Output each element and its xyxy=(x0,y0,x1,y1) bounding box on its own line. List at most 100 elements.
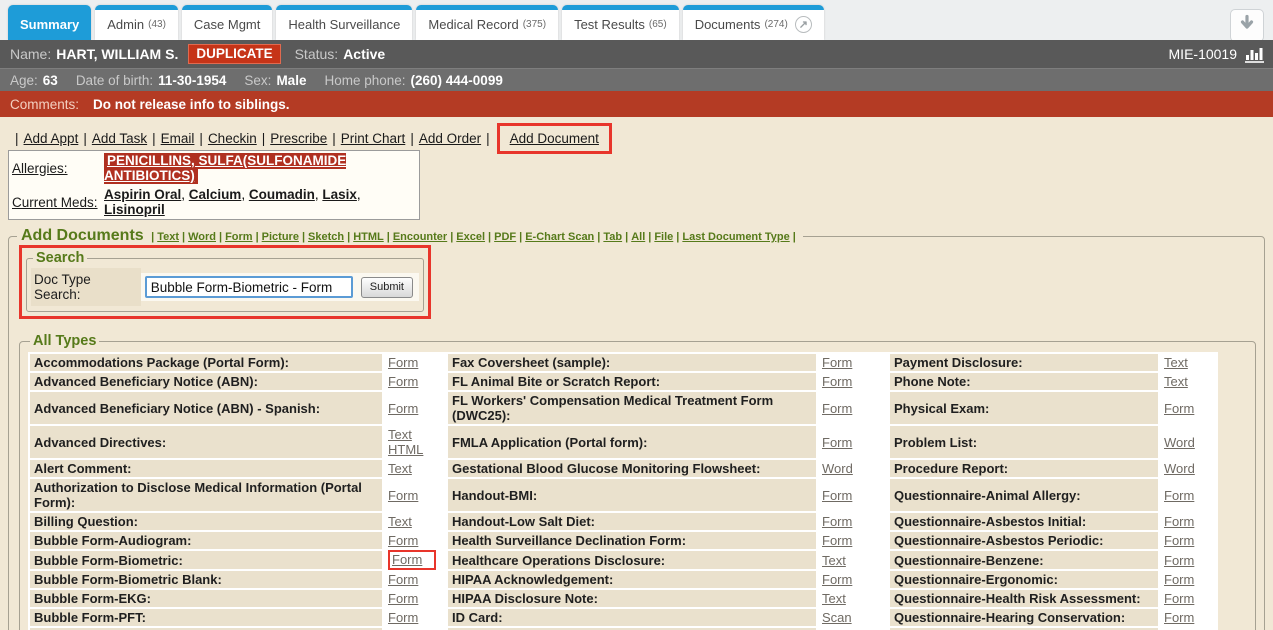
submit-button[interactable]: Submit xyxy=(361,277,413,298)
tab-admin[interactable]: Admin(43) xyxy=(95,5,178,40)
action-link-add-appt[interactable]: Add Appt xyxy=(24,131,79,146)
doc-link-questionnaire-animal-allergy-form[interactable]: Form xyxy=(1164,488,1194,503)
doc-link-id-card-scan[interactable]: Scan xyxy=(822,610,852,625)
format-separator: | xyxy=(597,231,600,243)
format-link-html[interactable]: HTML xyxy=(353,231,384,243)
current-meds-link[interactable]: Current Meds: xyxy=(12,195,98,210)
allergies-label: Allergies: xyxy=(12,161,104,176)
format-link-encounter[interactable]: Encounter xyxy=(393,231,447,243)
doc-link-bubble-form-pft-form[interactable]: Form xyxy=(388,610,418,625)
tab-medical-record[interactable]: Medical Record(375) xyxy=(416,5,558,40)
status-label: Status: xyxy=(295,46,339,62)
doc-link-bubble-form-audiogram-form[interactable]: Form xyxy=(388,533,418,548)
doc-link-questionnaire-health-risk-assessment-form[interactable]: Form xyxy=(1164,591,1194,606)
format-separator: | xyxy=(151,231,154,243)
action-link-prescribe[interactable]: Prescribe xyxy=(270,131,327,146)
doc-link-fl-animal-bite-or-scratch-report-form[interactable]: Form xyxy=(822,374,852,389)
doc-link-procedure-report-word[interactable]: Word xyxy=(1164,461,1195,476)
doc-link-alert-comment-text[interactable]: Text xyxy=(388,461,412,476)
action-link-add-order[interactable]: Add Order xyxy=(419,131,481,146)
doc-link-questionnaire-asbestos-periodic-form[interactable]: Form xyxy=(1164,533,1194,548)
doc-link-advanced-directives-text[interactable]: Text xyxy=(388,427,412,442)
popout-icon[interactable]: ↗ xyxy=(795,16,812,33)
med-link-calcium[interactable]: Calcium xyxy=(189,187,242,202)
tab-health-surveillance[interactable]: Health Surveillance xyxy=(276,5,412,40)
doc-link-questionnaire-hearing-conservation-form[interactable]: Form xyxy=(1164,610,1194,625)
doc-type-links: Form xyxy=(384,609,446,626)
doc-link-hipaa-disclosure-note-text[interactable]: Text xyxy=(822,591,846,606)
doc-link-advanced-beneficiary-notice-abn-form[interactable]: Form xyxy=(388,374,418,389)
doc-link-bubble-form-ekg-form[interactable]: Form xyxy=(388,591,418,606)
doc-link-authorization-to-disclose-medical-information-portal-form-form[interactable]: Form xyxy=(388,488,418,503)
action-link-add-task[interactable]: Add Task xyxy=(92,131,147,146)
add-documents-section: Add Documents |Text|Word|Form|Picture|Sk… xyxy=(8,227,1265,630)
med-link-lasix[interactable]: Lasix xyxy=(322,187,357,202)
doc-type-name: Handout-BMI: xyxy=(448,479,816,511)
table-row: Billing Question:TextHandout-Low Salt Di… xyxy=(30,513,1216,530)
format-link-sketch[interactable]: Sketch xyxy=(308,231,344,243)
action-link-checkin[interactable]: Checkin xyxy=(208,131,257,146)
doc-link-fax-coversheet-sample-form[interactable]: Form xyxy=(822,355,852,370)
format-link-tab[interactable]: Tab xyxy=(603,231,622,243)
allergies-link[interactable]: Allergies: xyxy=(12,161,68,176)
tab-summary[interactable]: Summary xyxy=(8,5,91,40)
format-link-file[interactable]: File xyxy=(654,231,673,243)
doc-link-bubble-form-biometric-blank-form[interactable]: Form xyxy=(388,572,418,587)
doc-link-questionnaire-benzene-form[interactable]: Form xyxy=(1164,553,1194,568)
doc-link-problem-list-word[interactable]: Word xyxy=(1164,435,1195,450)
action-separator: | xyxy=(152,131,156,146)
format-link-pdf[interactable]: PDF xyxy=(494,231,516,243)
doc-link-advanced-beneficiary-notice-abn-spanish-form[interactable]: Form xyxy=(388,401,418,416)
tab-documents[interactable]: Documents(274)↗ xyxy=(683,5,824,40)
doc-link-questionnaire-ergonomic-form[interactable]: Form xyxy=(1164,572,1194,587)
doc-type-links: Form xyxy=(818,479,888,511)
doc-type-search-label: Doc Type Search: xyxy=(31,268,141,306)
doc-type-search-input[interactable] xyxy=(145,276,353,298)
format-links: |Text|Word|Form|Picture|Sketch|HTML|Enco… xyxy=(148,231,799,243)
doc-type-links: Word xyxy=(818,460,888,477)
doc-link-gestational-blood-glucose-monitoring-flowsheet-word[interactable]: Word xyxy=(822,461,853,476)
doc-type-links: TextHTML xyxy=(384,426,446,458)
patient-header-row2: Age: 63 Date of birth: 11-30-1954 Sex: M… xyxy=(0,68,1273,91)
doc-link-bubble-form-biometric-form[interactable]: Form xyxy=(388,550,436,570)
tab-case-mgmt[interactable]: Case Mgmt xyxy=(182,5,272,40)
doc-type-name: Problem List: xyxy=(890,426,1158,458)
format-link-form[interactable]: Form xyxy=(225,231,253,243)
format-link-e-chart-scan[interactable]: E-Chart Scan xyxy=(525,231,594,243)
doc-link-phone-note-text[interactable]: Text xyxy=(1164,374,1188,389)
download-button[interactable] xyxy=(1230,9,1264,42)
allergy-item-link[interactable]: PENICILLINS, SULFA(SULFONAMIDE ANTIBIOTI… xyxy=(104,153,346,184)
doc-link-questionnaire-asbestos-initial-form[interactable]: Form xyxy=(1164,514,1194,529)
format-link-last-document-type[interactable]: Last Document Type xyxy=(682,231,789,243)
doc-link-healthcare-operations-disclosure-text[interactable]: Text xyxy=(822,553,846,568)
doc-link-fl-workers-compensation-medical-treatment-form-dwc25-form[interactable]: Form xyxy=(822,401,852,416)
format-link-picture[interactable]: Picture xyxy=(262,231,299,243)
doc-link-payment-disclosure-text[interactable]: Text xyxy=(1164,355,1188,370)
add-documents-title: Add Documents xyxy=(21,227,144,244)
doc-link-billing-question-text[interactable]: Text xyxy=(388,514,412,529)
action-separator: | xyxy=(486,131,490,146)
format-link-all[interactable]: All xyxy=(631,231,645,243)
doc-link-advanced-directives-html[interactable]: HTML xyxy=(388,442,423,457)
tab-test-results[interactable]: Test Results(65) xyxy=(562,5,679,40)
action-link-print-chart[interactable]: Print Chart xyxy=(341,131,406,146)
doc-link-handout-bmi-form[interactable]: Form xyxy=(822,488,852,503)
name-label: Name: xyxy=(10,46,51,62)
med-link-coumadin[interactable]: Coumadin xyxy=(249,187,315,202)
doc-link-hipaa-acknowledgement-form[interactable]: Form xyxy=(822,572,852,587)
med-link-lisinopril[interactable]: Lisinopril xyxy=(104,202,165,217)
action-link-add-document[interactable]: Add Document xyxy=(510,131,599,146)
doc-link-physical-exam-form[interactable]: Form xyxy=(1164,401,1194,416)
down-arrow-icon xyxy=(1238,14,1256,37)
format-link-excel[interactable]: Excel xyxy=(456,231,485,243)
bar-chart-icon[interactable] xyxy=(1245,46,1265,66)
format-link-text[interactable]: Text xyxy=(157,231,179,243)
format-link-word[interactable]: Word xyxy=(188,231,216,243)
doc-link-fmla-application-portal-form-form[interactable]: Form xyxy=(822,435,852,450)
med-link-aspirin-oral[interactable]: Aspirin Oral xyxy=(104,187,181,202)
action-link-email[interactable]: Email xyxy=(161,131,195,146)
doc-link-handout-low-salt-diet-form[interactable]: Form xyxy=(822,514,852,529)
doc-link-accommodations-package-portal-form-form[interactable]: Form xyxy=(388,355,418,370)
add-document-annotation-box: Add Document xyxy=(497,123,612,154)
doc-link-health-surveillance-declination-form-form[interactable]: Form xyxy=(822,533,852,548)
